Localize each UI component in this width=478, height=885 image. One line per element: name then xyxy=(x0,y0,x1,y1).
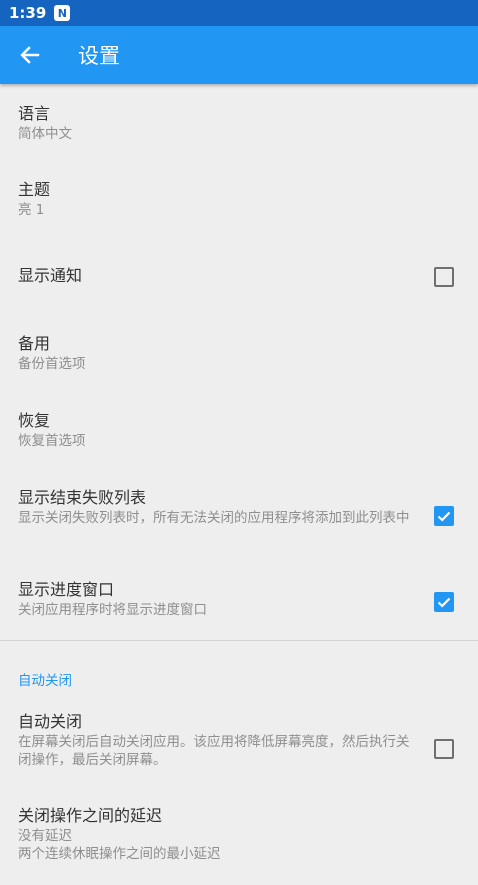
setting-close-delay[interactable]: 关闭操作之间的延迟 没有延迟 两个连续休眠操作之间的最小延迟 xyxy=(0,805,478,885)
setting-title: 恢复 xyxy=(18,411,51,430)
setting-summary: 两个连续休眠操作之间的最小延迟 xyxy=(18,846,221,862)
setting-show-progress-window[interactable]: 显示进度窗口 关闭应用程序时将显示进度窗口 xyxy=(0,563,478,640)
category-header-auto-close: 自动关闭 xyxy=(18,673,72,689)
setting-summary: 关闭应用程序时将显示进度窗口 xyxy=(18,602,207,618)
setting-title: 关闭操作之间的延迟 xyxy=(18,806,163,825)
setting-theme[interactable]: 主题 亮 1 xyxy=(0,161,478,238)
setting-title: 主题 xyxy=(18,180,51,199)
back-arrow-icon[interactable] xyxy=(2,26,58,84)
status-time: 1:39 xyxy=(9,4,47,22)
page-title: 设置 xyxy=(78,44,120,68)
setting-summary: 恢复首选项 xyxy=(18,433,86,449)
setting-show-failed-list[interactable]: 显示结束失败列表 显示关闭失败列表时，所有无法关闭的应用程序将添加到此列表中 xyxy=(0,469,478,563)
setting-title: 自动关闭 xyxy=(18,712,83,731)
status-bar: 1:39 N xyxy=(0,0,478,26)
setting-summary: 在屏幕关闭后自动关闭应用。该应用将降低屏幕亮度，然后执行关闭操作，最后关闭屏幕。 xyxy=(18,734,410,768)
setting-title: 备用 xyxy=(18,334,51,353)
setting-title: 显示通知 xyxy=(18,266,83,285)
setting-title: 显示结束失败列表 xyxy=(18,488,147,507)
setting-title: 语言 xyxy=(18,104,51,123)
setting-summary: 显示关闭失败列表时，所有无法关闭的应用程序将添加到此列表中 xyxy=(18,510,410,526)
auto-close-checkbox[interactable] xyxy=(434,739,454,759)
setting-language[interactable]: 语言 简体中文 xyxy=(0,84,478,161)
settings-list: 语言 简体中文 主题 亮 1 显示通知 备用 备份首选项 恢复 恢复首选项 显示… xyxy=(0,84,478,885)
setting-show-notification[interactable]: 显示通知 xyxy=(0,238,478,315)
setting-restore[interactable]: 恢复 恢复首选项 xyxy=(0,392,478,469)
notification-checkbox[interactable] xyxy=(434,266,454,287)
notification-icon: N xyxy=(54,5,71,21)
checkmark-icon xyxy=(437,511,451,522)
setting-backup[interactable]: 备用 备份首选项 xyxy=(0,315,478,392)
setting-value: 没有延迟 xyxy=(18,828,72,844)
failed-list-checkbox[interactable] xyxy=(434,506,454,526)
progress-window-checkbox[interactable] xyxy=(434,591,454,612)
setting-summary: 亮 1 xyxy=(18,202,45,218)
checkmark-icon xyxy=(437,597,451,608)
setting-summary: 备份首选项 xyxy=(18,356,86,372)
setting-title: 显示进度窗口 xyxy=(18,580,115,599)
setting-auto-close[interactable]: 自动关闭 在屏幕关闭后自动关闭应用。该应用将降低屏幕亮度，然后执行关闭操作，最后… xyxy=(0,711,478,805)
app-bar: 设置 xyxy=(0,26,478,84)
setting-summary: 简体中文 xyxy=(18,126,72,142)
